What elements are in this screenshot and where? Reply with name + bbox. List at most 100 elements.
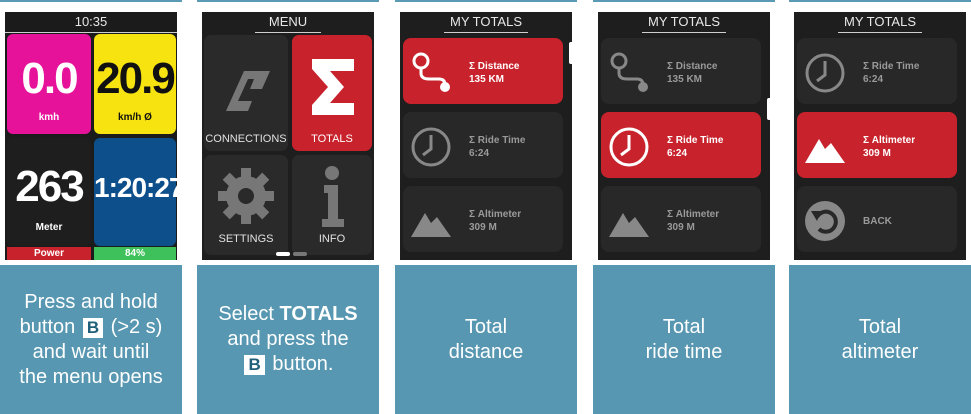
totals-row-ride-time[interactable]: Σ Ride Time 6:24	[601, 112, 761, 178]
panel-top-line	[395, 0, 577, 2]
info-label: INFO	[318, 233, 346, 245]
header-divider	[255, 32, 321, 33]
row-label: Σ Ride Time	[469, 135, 526, 146]
row-value: 135 KM	[469, 74, 505, 85]
menu-item-settings[interactable]: SETTINGS	[204, 155, 288, 255]
connections-label: CONNECTIONS	[205, 133, 287, 145]
caption-line-1: Total	[464, 315, 508, 338]
totals-row-ride-time[interactable]: Σ Ride Time 6:24	[797, 38, 957, 104]
caption-line-1: Total	[858, 315, 902, 338]
caption-line-1: Press and hold	[24, 290, 158, 313]
sigma-icon	[312, 59, 354, 115]
row-value: 135 KM	[667, 74, 703, 85]
caption-line-1: Total	[662, 315, 706, 338]
altitude-unit: Meter	[35, 222, 63, 233]
caption: Total distance	[395, 265, 577, 414]
row-label: Σ Distance	[667, 61, 718, 72]
row-value: 6:24	[863, 74, 884, 85]
menu-item-totals[interactable]: TOTALS	[292, 35, 372, 151]
caption-post-key: button.	[272, 353, 334, 375]
panel-top-line	[789, 0, 971, 2]
totals-row-ride-time[interactable]: Σ Ride Time 6:24	[403, 112, 563, 178]
device-screen: MY TOTALS Σ Ride Time 6:24 Σ Altimeter 3…	[794, 12, 966, 260]
header-divider	[444, 32, 528, 33]
caption: Total altimeter	[789, 265, 971, 414]
panel-menu: MENU CONNECTIONS TOTALS SETTINGS INFO Se…	[197, 0, 379, 414]
row-label: Σ Altimeter	[863, 135, 916, 146]
back-row[interactable]: BACK	[797, 186, 957, 252]
row-label: Σ Altimeter	[667, 209, 720, 220]
scroll-indicator	[767, 98, 770, 120]
caption-line-2: distance	[448, 340, 524, 363]
totals-row-distance[interactable]: Σ Distance 135 KM	[403, 38, 563, 104]
caption-bold: TOTALS	[279, 303, 358, 325]
device-screen: MENU CONNECTIONS TOTALS SETTINGS INFO	[202, 12, 374, 260]
average-speed-unit: km/h Ø	[118, 112, 152, 123]
device-screen: MY TOTALS Σ Distance 135 KM Σ Ride Time …	[400, 12, 572, 260]
caption-line-2: and press the	[227, 328, 349, 350]
panel-total-ride-time: MY TOTALS Σ Distance 135 KM Σ Ride Time …	[593, 0, 775, 414]
caption-line-3: and wait until	[32, 340, 150, 363]
clock-icon	[805, 53, 845, 93]
caption: Total ride time	[593, 265, 775, 414]
header-divider	[642, 32, 726, 33]
device-screen: MY TOTALS Σ Distance 135 KM Σ Ride Time …	[598, 12, 770, 260]
header-divider	[5, 32, 177, 33]
panel-total-altimeter: MY TOTALS Σ Ride Time 6:24 Σ Altimeter 3…	[789, 0, 971, 414]
ride-time-tile: 1:20:27	[94, 138, 177, 246]
average-speed-value: 20.9	[96, 54, 176, 103]
header-divider	[838, 32, 922, 33]
menu-item-connections[interactable]: CONNECTIONS	[204, 35, 288, 151]
row-value: 309 M	[863, 148, 891, 159]
info-icon	[322, 166, 344, 227]
caption-line-2: ride time	[645, 340, 723, 363]
page-indicator	[276, 252, 290, 256]
row-label: Σ Altimeter	[469, 209, 522, 220]
caption-pre-key: button	[19, 315, 76, 338]
panel-total-distance: MY TOTALS Σ Distance 135 KM Σ Ride Time …	[395, 0, 577, 414]
totals-row-altimeter[interactable]: Σ Altimeter 309 M	[797, 112, 957, 178]
speed-value: 0.0	[21, 54, 78, 103]
device-screen: 10:35 0.0 kmh 20.9 km/h Ø 263 Meter 1:20…	[5, 12, 177, 260]
clock-text: 10:35	[74, 14, 108, 29]
altitude-tile: 263 Meter	[7, 138, 91, 246]
settings-label: SETTINGS	[218, 233, 274, 245]
scroll-indicator	[569, 42, 572, 64]
altitude-value: 263	[15, 162, 84, 211]
row-label: Σ Ride Time	[667, 135, 724, 146]
totals-label: TOTALS	[311, 133, 353, 145]
menu-item-info[interactable]: INFO	[292, 155, 372, 255]
mountain-icon	[609, 213, 649, 237]
back-label: BACK	[863, 216, 892, 227]
connections-icon	[226, 71, 270, 111]
row-value: 6:24	[667, 148, 688, 159]
caption-line-4: the menu opens	[19, 365, 163, 388]
screen-title: MY TOTALS	[449, 14, 522, 29]
row-value: 309 M	[667, 222, 695, 233]
caption: Select TOTALS and press the B button.	[197, 265, 379, 414]
caption-post-key: (>2 s)	[110, 315, 163, 338]
screen-title: MENU	[268, 14, 308, 29]
panel-top-line	[0, 0, 182, 2]
speed-unit: kmh	[38, 112, 60, 123]
totals-row-altimeter[interactable]: Σ Altimeter 309 M	[601, 186, 761, 252]
b-button-key: B	[82, 317, 104, 338]
speed-tile: 0.0 kmh	[7, 34, 91, 134]
mountain-icon	[411, 213, 451, 237]
b-button-key: B	[244, 355, 265, 375]
back-icon	[805, 201, 845, 241]
panel-dashboard: 10:35 0.0 kmh 20.9 km/h Ø 263 Meter 1:20…	[0, 0, 182, 414]
caption: Press and hold button B (>2 s) and wait …	[0, 265, 182, 414]
totals-row-altimeter[interactable]: Σ Altimeter 309 M	[403, 186, 563, 252]
clock-icon	[609, 127, 649, 167]
row-value: 309 M	[469, 222, 497, 233]
page-indicator	[293, 252, 307, 256]
ride-time-value: 1:20:27	[94, 172, 177, 203]
totals-row-distance[interactable]: Σ Distance 135 KM	[601, 38, 761, 104]
row-label: Σ Distance	[469, 61, 520, 72]
average-speed-tile: 20.9 km/h Ø	[94, 34, 176, 134]
route-icon	[610, 52, 648, 92]
panel-top-line	[593, 0, 775, 2]
clock-icon	[411, 127, 451, 167]
caption-pre: Select	[218, 303, 274, 325]
